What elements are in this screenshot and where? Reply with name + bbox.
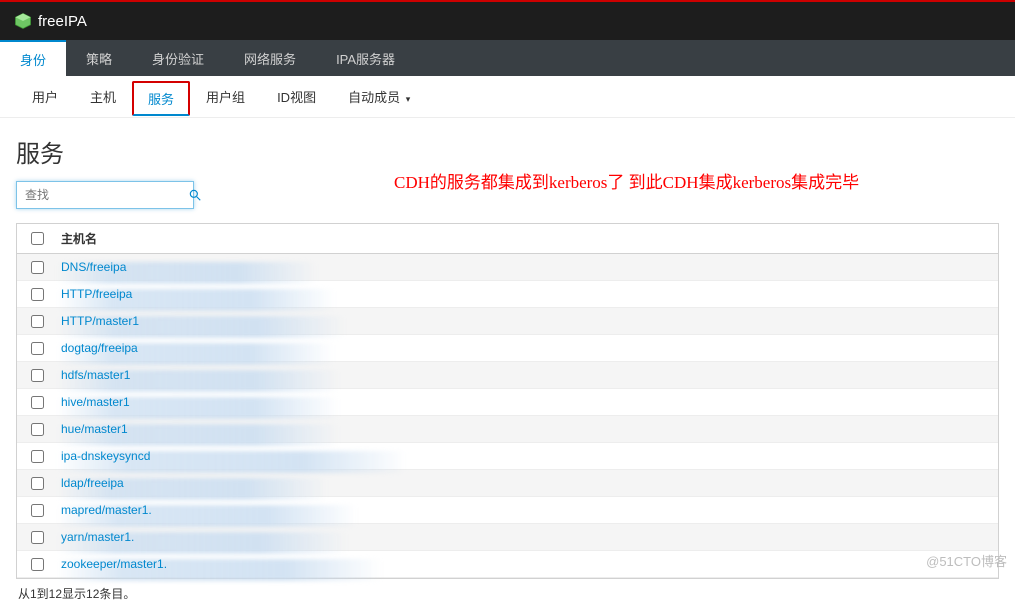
hostname-cell: hue/master1 xyxy=(57,422,998,436)
service-link[interactable]: hive/master1 xyxy=(61,395,130,409)
nav-primary-ipaserver[interactable]: IPA服务器 xyxy=(316,40,415,76)
service-link[interactable]: DNS/freeipa xyxy=(61,260,126,274)
row-checkbox-cell xyxy=(17,558,57,571)
table-row: yarn/master1. xyxy=(17,524,998,551)
row-checkbox-cell xyxy=(17,504,57,517)
nav-primary-policy[interactable]: 策略 xyxy=(66,40,132,76)
search-button[interactable] xyxy=(188,188,202,202)
row-checkbox-cell xyxy=(17,477,57,490)
row-checkbox[interactable] xyxy=(31,423,44,436)
row-checkbox-cell xyxy=(17,396,57,409)
watermark: @51CTO博客 xyxy=(926,551,1007,570)
select-all-checkbox[interactable] xyxy=(31,232,44,245)
freeipa-logo-icon xyxy=(14,12,32,30)
nav-secondary-groups[interactable]: 用户组 xyxy=(190,77,261,116)
row-checkbox-cell xyxy=(17,531,57,544)
column-header-hostname[interactable]: 主机名 xyxy=(57,230,998,247)
table-row: ipa-dnskeysyncd xyxy=(17,443,998,470)
nav-secondary-automember[interactable]: 自动成员 ▾ xyxy=(332,77,426,116)
app-title: freeIPA xyxy=(38,13,87,30)
table-header: 主机名 xyxy=(17,224,998,254)
hostname-cell: DNS/freeipa xyxy=(57,260,998,274)
search-input[interactable] xyxy=(17,184,188,206)
table-row: mapred/master1. xyxy=(17,497,998,524)
row-checkbox[interactable] xyxy=(31,450,44,463)
service-link[interactable]: yarn/master1. xyxy=(61,530,134,544)
app-header: freeIPA xyxy=(0,2,1015,40)
service-link[interactable]: zookeeper/master1. xyxy=(61,557,167,571)
chevron-down-icon: ▾ xyxy=(406,94,411,104)
table-footer: 从1到12显示12条目。 xyxy=(16,579,999,608)
table-row: hue/master1 xyxy=(17,416,998,443)
row-checkbox[interactable] xyxy=(31,369,44,382)
row-checkbox-cell xyxy=(17,369,57,382)
hostname-cell: zookeeper/master1. xyxy=(57,557,998,571)
service-link[interactable]: ldap/freeipa xyxy=(61,476,124,490)
nav-secondary-users[interactable]: 用户 xyxy=(16,77,74,116)
row-checkbox[interactable] xyxy=(31,477,44,490)
table-row: dogtag/freeipa xyxy=(17,335,998,362)
table-row: hdfs/master1 xyxy=(17,362,998,389)
hostname-cell: yarn/master1. xyxy=(57,530,998,544)
row-checkbox-cell xyxy=(17,423,57,436)
row-checkbox-cell xyxy=(17,261,57,274)
row-checkbox[interactable] xyxy=(31,315,44,328)
annotation-text: CDH的服务都集成到kerberos了 到此CDH集成kerberos集成完毕 xyxy=(394,170,859,196)
row-checkbox[interactable] xyxy=(31,531,44,544)
hostname-cell: ipa-dnskeysyncd xyxy=(57,449,998,463)
row-checkbox[interactable] xyxy=(31,342,44,355)
service-link[interactable]: HTTP/master1 xyxy=(61,314,139,328)
hostname-cell: mapred/master1. xyxy=(57,503,998,517)
hostname-cell: ldap/freeipa xyxy=(57,476,998,490)
service-link[interactable]: hue/master1 xyxy=(61,422,128,436)
service-link[interactable]: dogtag/freeipa xyxy=(61,341,138,355)
select-all-cell xyxy=(17,232,57,245)
hostname-cell: dogtag/freeipa xyxy=(57,341,998,355)
main-content: 服务 CDH的服务都集成到kerberos了 到此CDH集成kerberos集成… xyxy=(0,118,1015,608)
hostname-cell: hdfs/master1 xyxy=(57,368,998,382)
search-icon xyxy=(188,188,202,202)
nav-secondary-idviews[interactable]: ID视图 xyxy=(261,77,332,116)
table-row: DNS/freeipa xyxy=(17,254,998,281)
hostname-cell: HTTP/master1 xyxy=(57,314,998,328)
row-checkbox[interactable] xyxy=(31,558,44,571)
row-checkbox-cell xyxy=(17,315,57,328)
search-box xyxy=(16,181,194,209)
page-title: 服务 xyxy=(16,134,999,169)
row-checkbox-cell xyxy=(17,450,57,463)
nav-secondary-services[interactable]: 服务 xyxy=(132,81,190,116)
row-checkbox[interactable] xyxy=(31,261,44,274)
row-checkbox[interactable] xyxy=(31,396,44,409)
row-checkbox[interactable] xyxy=(31,288,44,301)
row-checkbox-cell xyxy=(17,288,57,301)
row-checkbox[interactable] xyxy=(31,504,44,517)
service-link[interactable]: ipa-dnskeysyncd xyxy=(61,449,150,463)
nav-primary: 身份 策略 身份验证 网络服务 IPA服务器 xyxy=(0,40,1015,76)
services-table: 主机名 DNS/freeipa HTTP/freeipa HTTP/master… xyxy=(16,223,999,579)
service-link[interactable]: mapred/master1. xyxy=(61,503,152,517)
nav-primary-network[interactable]: 网络服务 xyxy=(224,40,316,76)
table-row: ldap/freeipa xyxy=(17,470,998,497)
nav-primary-auth[interactable]: 身份验证 xyxy=(132,40,224,76)
nav-secondary-hosts[interactable]: 主机 xyxy=(74,77,132,116)
table-body: DNS/freeipa HTTP/freeipa HTTP/master1 do… xyxy=(17,254,998,578)
service-link[interactable]: HTTP/freeipa xyxy=(61,287,132,301)
row-checkbox-cell xyxy=(17,342,57,355)
table-row: HTTP/freeipa xyxy=(17,281,998,308)
nav-secondary-automember-label: 自动成员 xyxy=(348,90,400,105)
hostname-cell: hive/master1 xyxy=(57,395,998,409)
table-row: hive/master1 xyxy=(17,389,998,416)
table-row: HTTP/master1 xyxy=(17,308,998,335)
service-link[interactable]: hdfs/master1 xyxy=(61,368,130,382)
nav-primary-identity[interactable]: 身份 xyxy=(0,40,66,76)
nav-secondary: 用户 主机 服务 用户组 ID视图 自动成员 ▾ xyxy=(0,76,1015,118)
hostname-cell: HTTP/freeipa xyxy=(57,287,998,301)
